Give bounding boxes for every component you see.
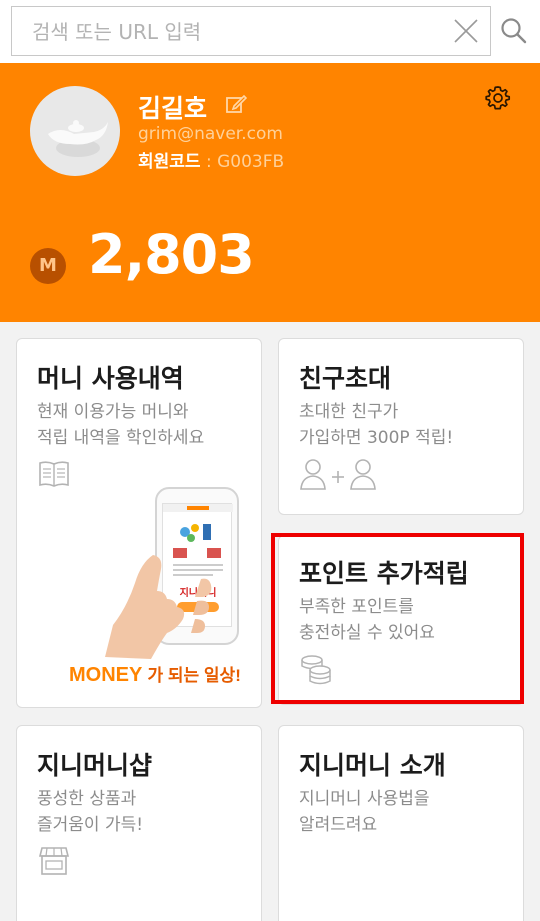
intro-card[interactable]: 지니머니 소개 지니머니 사용법을 알려드려요 — [278, 725, 524, 921]
coins-icon — [301, 655, 331, 685]
avatar[interactable] — [30, 86, 120, 176]
card-desc-line: 지니머니 사용법을 — [299, 789, 430, 809]
search-input[interactable]: 검색 또는 URL 입력 — [11, 6, 491, 56]
card-desc-line: 부족한 포인트를 — [299, 597, 414, 617]
member-code-label: 회원코드 — [138, 152, 201, 172]
card-title: 지니머니샵 — [37, 751, 153, 780]
card-title: 지니머니 소개 — [299, 751, 446, 780]
card-desc-line: 적립 내역을 학인하세요 — [37, 428, 205, 448]
promo-slogan-highlight: MONEY — [69, 664, 142, 686]
profile-header: 김길호 grim@naver.com 회원코드 : G003FB M 2,803 — [0, 63, 540, 322]
card-description: 초대한 친구가 가입하면 300P 적립! — [299, 399, 523, 451]
store-icon — [38, 847, 70, 875]
extra-points-card[interactable]: 포인트 추가적립 부족한 포인트를 충전하실 수 있어요 — [278, 535, 524, 705]
promo-slogan: MONEY 가 되는 일상! — [69, 661, 241, 687]
promo-illustration: 지니머니 MONEY 가 되는 일상! — [67, 479, 261, 707]
card-desc-line: 초대한 친구가 — [299, 402, 399, 422]
shop-card[interactable]: 지니머니샵 풍성한 상품과 즐거움이 가득! — [16, 725, 262, 921]
close-icon[interactable] — [452, 17, 480, 45]
user-email: grim@naver.com — [138, 124, 283, 144]
card-description: 풍성한 상품과 즐거움이 가득! — [37, 786, 261, 838]
gear-icon[interactable] — [485, 85, 511, 111]
money-badge: M — [30, 248, 66, 284]
search-bar: 검색 또는 URL 입력 — [0, 0, 540, 63]
user-name: 김길호 — [138, 94, 208, 123]
edit-icon[interactable] — [225, 93, 247, 115]
card-desc-line: 풍성한 상품과 — [37, 789, 137, 809]
card-desc-line: 즐거움이 가득! — [37, 815, 144, 835]
card-title: 친구초대 — [299, 364, 392, 393]
card-title: 머니 사용내역 — [37, 364, 184, 393]
book-icon — [39, 461, 69, 487]
hand-image — [105, 555, 212, 659]
card-description: 부족한 포인트를 충전하실 수 있어요 — [299, 594, 523, 646]
card-desc-line: 가입하면 300P 적립! — [299, 428, 454, 448]
card-desc-line: 충전하실 수 있어요 — [299, 623, 435, 643]
card-description: 지니머니 사용법을 알려드려요 — [299, 786, 523, 838]
money-balance: 2,803 — [88, 223, 255, 286]
invite-friends-card[interactable]: 친구초대 초대한 친구가 가입하면 300P 적립! — [278, 338, 524, 515]
card-description: 현재 이용가능 머니와 적립 내역을 학인하세요 — [37, 399, 261, 451]
add-friend-icon — [300, 459, 376, 490]
money-history-card[interactable]: 머니 사용내역 현재 이용가능 머니와 적립 내역을 학인하세요 MONEY 가… — [16, 338, 262, 708]
promo-slogan-tail: 가 되는 일상! — [147, 666, 241, 685]
card-title: 포인트 추가적립 — [299, 559, 469, 588]
card-desc-line: 알려드려요 — [299, 815, 378, 835]
card-desc-line: 현재 이용가능 머니와 — [37, 402, 189, 422]
magic-lamp-icon — [48, 120, 108, 157]
search-icon[interactable] — [500, 17, 528, 45]
member-code: 회원코드 : G003FB — [138, 147, 284, 172]
member-code-value: : G003FB — [200, 152, 285, 172]
